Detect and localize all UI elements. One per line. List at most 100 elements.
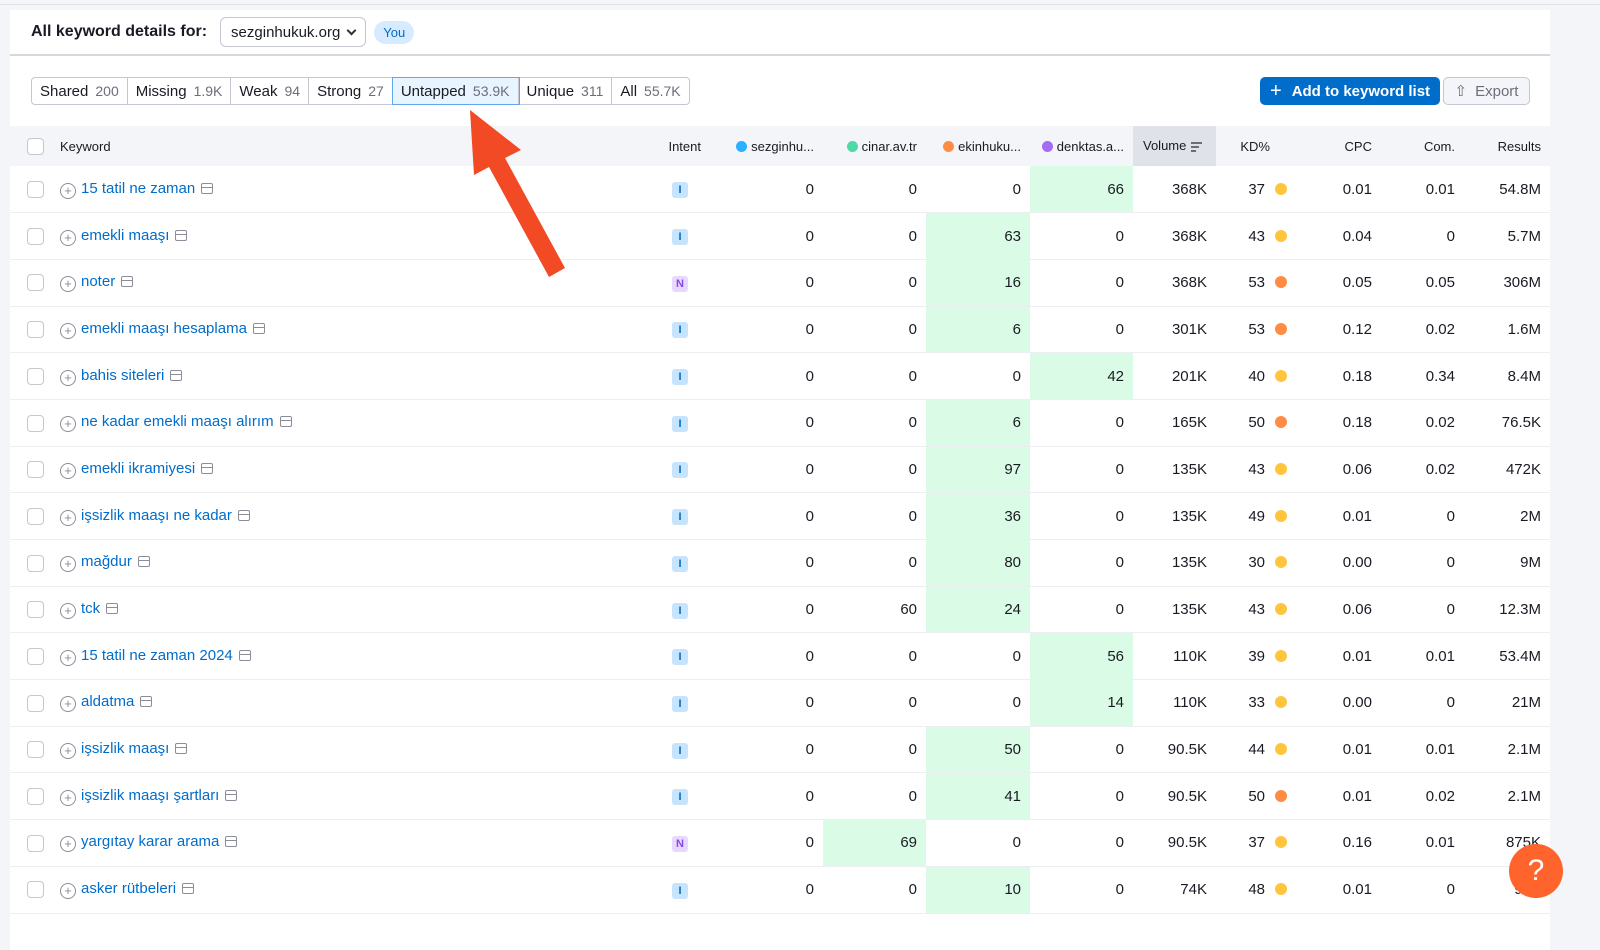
serp-icon[interactable]: [201, 462, 214, 474]
tab-strong[interactable]: Strong 27: [309, 78, 393, 104]
add-keyword-icon[interactable]: +: [60, 182, 76, 199]
add-keyword-icon[interactable]: +: [60, 603, 76, 620]
col-intent[interactable]: Intent: [650, 126, 710, 166]
row-checkbox[interactable]: [26, 834, 44, 852]
serp-icon[interactable]: [175, 229, 188, 241]
col-competitor-3[interactable]: ekinhuku...: [926, 126, 1030, 166]
col-cpc[interactable]: CPC: [1296, 126, 1381, 166]
add-keyword-icon[interactable]: +: [60, 556, 76, 573]
row-checkbox[interactable]: [26, 881, 44, 899]
top-border: [0, 0, 1600, 5]
table-row: + yargıtay karar arama N 0 69 0 0 90.5K 37 0…: [10, 819, 1550, 867]
serp-icon[interactable]: [137, 556, 150, 568]
keyword-link[interactable]: işsizlik maaşı şartları: [81, 787, 219, 804]
row-checkbox[interactable]: [26, 227, 44, 245]
keyword-link[interactable]: emekli ikramiyesi: [81, 460, 195, 477]
add-keyword-icon[interactable]: +: [60, 509, 76, 526]
tab-untapped[interactable]: Untapped 53.9K: [391, 77, 520, 105]
row-checkbox[interactable]: [26, 788, 44, 806]
export-button[interactable]: ⇧ Export: [1443, 77, 1530, 105]
competitor-2-position: 0: [823, 446, 926, 494]
cpc: 0.18: [1296, 399, 1381, 447]
tab-all[interactable]: All 55.7K: [612, 78, 688, 104]
serp-icon[interactable]: [201, 182, 214, 194]
add-keyword-icon[interactable]: +: [60, 836, 76, 853]
competitor-2-position: 0: [823, 492, 926, 540]
keyword-link[interactable]: işsizlik maaşı: [81, 740, 169, 757]
serp-icon[interactable]: [225, 789, 238, 801]
col-kd[interactable]: KD%: [1216, 126, 1296, 166]
add-keyword-icon[interactable]: +: [60, 229, 76, 246]
row-checkbox[interactable]: [26, 367, 44, 385]
competitor-4-position: 0: [1030, 772, 1133, 821]
col-competitor-1[interactable]: sezginhu...: [710, 126, 823, 166]
row-checkbox[interactable]: [26, 601, 44, 619]
domain-dropdown[interactable]: sezginhukuk.org: [220, 17, 367, 47]
add-keyword-icon[interactable]: +: [60, 322, 76, 339]
select-all-checkbox[interactable]: [26, 137, 44, 155]
row-checkbox[interactable]: [26, 274, 44, 292]
add-keyword-icon[interactable]: +: [60, 743, 76, 760]
keyword-link[interactable]: aldatma: [81, 693, 134, 710]
row-checkbox[interactable]: [26, 647, 44, 665]
serp-icon[interactable]: [140, 696, 153, 708]
keyword-link[interactable]: asker rütbeleri: [81, 880, 176, 897]
keyword-link[interactable]: tck: [81, 600, 100, 617]
serp-icon[interactable]: [237, 509, 250, 521]
keyword-link[interactable]: emekli maaşı hesaplama: [81, 320, 247, 337]
col-competitor-2[interactable]: cinar.av.tr: [823, 126, 926, 166]
tab-weak[interactable]: Weak 94: [231, 78, 310, 104]
serp-icon[interactable]: [121, 276, 134, 288]
keyword-link[interactable]: işsizlik maaşı ne kadar: [81, 507, 232, 524]
add-keyword-icon[interactable]: +: [60, 883, 76, 900]
competitor-3-position: 0: [926, 679, 1030, 727]
serp-icon[interactable]: [170, 369, 183, 381]
serp-icon[interactable]: [106, 603, 119, 615]
add-keyword-icon[interactable]: +: [60, 369, 76, 386]
add-keyword-icon[interactable]: +: [60, 416, 76, 433]
you-badge: You: [374, 20, 415, 44]
add-keyword-icon[interactable]: +: [60, 462, 76, 479]
tab-missing[interactable]: Missing 1.9K: [128, 78, 232, 104]
keyword-link[interactable]: bahis siteleri: [81, 367, 164, 384]
add-to-keyword-list-button[interactable]: + Add to keyword list: [1260, 77, 1441, 105]
serp-icon[interactable]: [175, 743, 188, 755]
row-checkbox[interactable]: [26, 694, 44, 712]
keyword-link[interactable]: mağdur: [81, 553, 132, 570]
row-checkbox[interactable]: [26, 180, 44, 198]
row-checkbox[interactable]: [26, 741, 44, 759]
col-results[interactable]: Results: [1464, 126, 1550, 166]
keyword-link[interactable]: noter: [81, 273, 115, 290]
serp-icon[interactable]: [279, 416, 292, 428]
col-keyword[interactable]: Keyword: [60, 126, 650, 166]
tab-shared[interactable]: Shared 200: [32, 78, 128, 104]
add-keyword-icon[interactable]: +: [60, 276, 76, 293]
col-volume[interactable]: Volume: [1133, 126, 1216, 166]
row-checkbox[interactable]: [26, 414, 44, 432]
results: 5.7M: [1464, 212, 1550, 260]
competitor-3-position: 41: [926, 772, 1030, 821]
keyword-link[interactable]: 15 tatil ne zaman 2024: [81, 647, 233, 664]
help-button[interactable]: ?: [1509, 844, 1563, 898]
tab-unique[interactable]: Unique 311: [519, 78, 613, 104]
serp-icon[interactable]: [225, 836, 238, 848]
keyword-link[interactable]: yargıtay karar arama: [81, 833, 219, 850]
add-keyword-icon[interactable]: +: [60, 789, 76, 806]
serp-icon[interactable]: [182, 883, 195, 895]
row-checkbox[interactable]: [26, 507, 44, 525]
row-checkbox[interactable]: [26, 461, 44, 479]
col-com[interactable]: Com.: [1381, 126, 1464, 166]
volume: 301K: [1133, 306, 1216, 354]
keyword-link[interactable]: ne kadar emekli maaşı alırım: [81, 413, 274, 430]
row-checkbox[interactable]: [26, 554, 44, 572]
keyword-link[interactable]: 15 tatil ne zaman: [81, 180, 195, 197]
row-checkbox[interactable]: [26, 321, 44, 339]
table-row: +asker rütbeleri I 00100 74K 48 0.01 0 9…: [10, 866, 1550, 914]
col-competitor-4[interactable]: denktas.a...: [1030, 126, 1133, 166]
serp-icon[interactable]: [238, 649, 251, 661]
add-keyword-icon[interactable]: +: [60, 696, 76, 713]
competitor-2-position: 0: [823, 772, 926, 821]
add-keyword-icon[interactable]: +: [60, 649, 76, 666]
keyword-link[interactable]: emekli maaşı: [81, 227, 169, 244]
serp-icon[interactable]: [252, 322, 265, 334]
